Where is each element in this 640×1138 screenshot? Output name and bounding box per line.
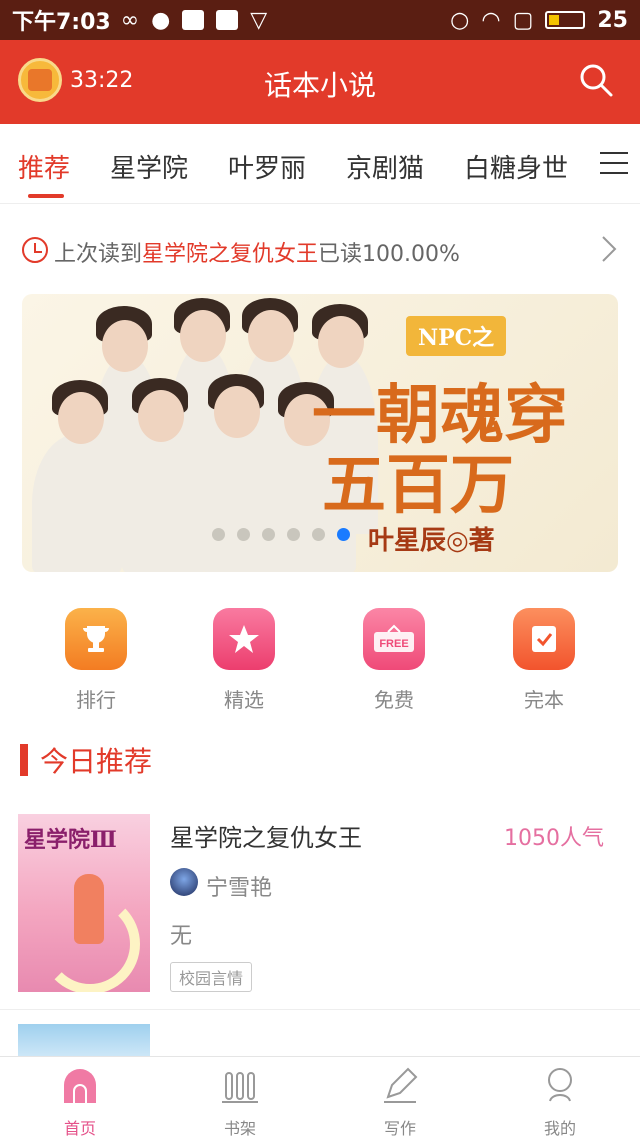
bottom-nav-profile[interactable]: 我的 (510, 1065, 610, 1138)
last-read-book[interactable]: 星学院之复仇女王 (142, 242, 318, 267)
sim-icon: ▢ (512, 7, 534, 33)
sync-icon: ○ (450, 7, 470, 33)
status-time: 下午7:03 (12, 10, 111, 35)
book-cover-title: 星学院Ⅲ (24, 827, 117, 853)
app-title: 话本小说 (263, 69, 376, 102)
book-cover[interactable]: 星学院Ⅲ (18, 814, 150, 992)
bookshelf-icon (222, 1072, 258, 1103)
book-description: 无 (170, 924, 193, 949)
quick-nav-free[interactable]: FREE 免费 (334, 608, 454, 713)
upload-icon (182, 10, 205, 30)
banner-author: 叶星辰◎著 (368, 526, 495, 556)
last-read-prefix: 上次读到 (54, 242, 143, 267)
quick-nav-label: 完本 (524, 688, 564, 712)
quick-nav-label: 精选 (224, 688, 264, 712)
carousel-dot[interactable] (237, 528, 250, 541)
quick-nav-label: 排行 (76, 688, 116, 712)
promo-banner[interactable]: NPC之 一朝魂穿 五百万 叶星辰◎著 (22, 294, 618, 572)
carousel-dots (212, 528, 350, 541)
bottom-nav-bookshelf[interactable]: 书架 (190, 1065, 290, 1138)
check-icon (513, 608, 575, 670)
banner-badge: NPC之 (406, 316, 507, 356)
section-title: 今日推荐 (40, 745, 153, 778)
status-bar: 下午7:03 ∞ ● ▽ ○ ◠ ▢ 25 (0, 0, 640, 40)
category-tabs: 推荐 星学院 叶罗丽 京剧猫 白糖身世 (0, 124, 640, 204)
infinity-icon: ∞ (120, 7, 140, 33)
banner-title-line2: 五百万 (322, 448, 514, 523)
bottom-nav-write[interactable]: 写作 (350, 1065, 450, 1138)
shirt-icon: ▽ (250, 7, 268, 33)
chevron-right-icon[interactable] (600, 234, 618, 264)
bottom-nav-label: 首页 (63, 1119, 96, 1138)
section-accent-bar (20, 744, 28, 776)
app-header: 33:22 话本小说 (0, 40, 640, 124)
status-notification-icons: ∞ ● ▽ (121, 8, 267, 33)
book-author: 宁雪艳 (206, 876, 273, 901)
home-icon (64, 1069, 96, 1103)
bottom-nav-home[interactable]: 首页 (30, 1065, 130, 1138)
tab-recommend[interactable]: 推荐 (18, 148, 70, 185)
clock-icon (22, 237, 48, 263)
svg-text:FREE: FREE (379, 638, 408, 650)
book-popularity: 1050人气 (504, 826, 604, 851)
quick-nav-label: 免费 (374, 688, 414, 712)
tab-baitang[interactable]: 白糖身世 (464, 148, 568, 185)
carousel-dot[interactable] (312, 528, 325, 541)
last-read-text: 上次读到星学院之复仇女王已读100.00% (54, 236, 460, 268)
bottom-nav: 首页 书架 写作 我的 (0, 1056, 640, 1138)
quick-nav-completed[interactable]: 完本 (484, 608, 604, 713)
tab-yeluoli[interactable]: 叶罗丽 (228, 148, 306, 185)
book-tag[interactable]: 校园言情 (170, 962, 253, 992)
bottom-nav-label: 我的 (543, 1119, 576, 1138)
message-icon: ● (151, 7, 171, 33)
tab-star-academy[interactable]: 星学院 (110, 148, 188, 185)
battery-level: 25 (597, 7, 628, 33)
carousel-dot[interactable] (287, 528, 300, 541)
book-cover[interactable] (18, 1024, 150, 1058)
wifi-icon: ◠ (481, 7, 501, 33)
star-icon (213, 608, 275, 670)
carousel-dot[interactable] (212, 528, 225, 541)
author-avatar (170, 868, 198, 896)
menu-icon[interactable] (600, 152, 628, 176)
carousel-dot[interactable] (262, 528, 275, 541)
quick-nav-ranking[interactable]: 排行 (36, 608, 156, 713)
profile-icon (548, 1068, 572, 1102)
trophy-icon (65, 608, 127, 670)
section-header: 今日推荐 (20, 740, 152, 780)
tab-peking-opera-cat[interactable]: 京剧猫 (346, 148, 424, 185)
bottom-nav-label: 写作 (383, 1119, 416, 1138)
carousel-dot-active[interactable] (337, 528, 350, 541)
pen-icon (384, 1067, 418, 1103)
bottom-nav-label: 书架 (223, 1119, 256, 1138)
image-icon (216, 10, 239, 30)
book-title: 星学院之复仇女王 (170, 824, 362, 852)
battery-icon (545, 11, 586, 29)
last-read-bar[interactable]: 上次读到星学院之复仇女王已读100.00% (0, 224, 640, 280)
last-read-progress: 已读100.00% (318, 242, 460, 267)
search-icon[interactable] (578, 62, 614, 98)
book-list-item[interactable]: 星学院Ⅲ 星学院之复仇女王 1050人气 宁雪艳 无 校园言情 (0, 814, 640, 1010)
quick-nav-featured[interactable]: 精选 (184, 608, 304, 713)
free-icon: FREE (363, 608, 425, 670)
quick-nav: 排行 精选 FREE 免费 完本 (0, 608, 640, 718)
active-tab-indicator (28, 194, 64, 198)
